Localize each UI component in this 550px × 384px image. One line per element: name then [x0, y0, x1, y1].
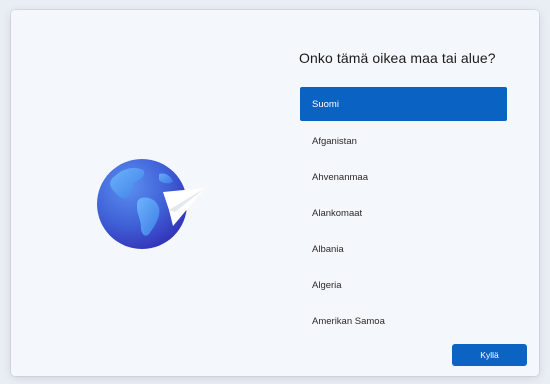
- region-option-algeria[interactable]: Algeria: [300, 267, 507, 303]
- region-option-suomi[interactable]: Suomi: [300, 87, 507, 121]
- region-option-label: Albania: [312, 243, 344, 255]
- region-option-label: Afganistan: [312, 135, 357, 147]
- illustration-pane: [11, 10, 281, 376]
- region-option-label: Suomi: [312, 98, 339, 110]
- region-option-label: Alankomaat: [312, 207, 363, 219]
- content-pane: Onko tämä oikea maa tai alue? Suomi Afga…: [281, 10, 539, 376]
- region-option-ahvenanmaa[interactable]: Ahvenanmaa: [300, 159, 507, 195]
- region-option-albania[interactable]: Albania: [300, 231, 507, 267]
- region-option-alankomaat[interactable]: Alankomaat: [300, 195, 507, 231]
- region-option-label: Amerikan Samoa: [312, 315, 385, 327]
- page-title: Onko tämä oikea maa tai alue?: [299, 50, 496, 66]
- oobe-window: Onko tämä oikea maa tai alue? Suomi Afga…: [11, 10, 539, 376]
- region-option-afganistan[interactable]: Afganistan: [300, 123, 507, 159]
- region-option-label: Algeria: [312, 279, 342, 291]
- globe-paper-plane-icon: [97, 154, 211, 254]
- region-option-label: Ahvenanmaa: [312, 171, 368, 183]
- region-list[interactable]: Suomi Afganistan Ahvenanmaa Alankomaat A…: [300, 87, 507, 339]
- region-option-amerikan-samoa[interactable]: Amerikan Samoa: [300, 303, 507, 339]
- yes-button[interactable]: Kyllä: [452, 344, 527, 366]
